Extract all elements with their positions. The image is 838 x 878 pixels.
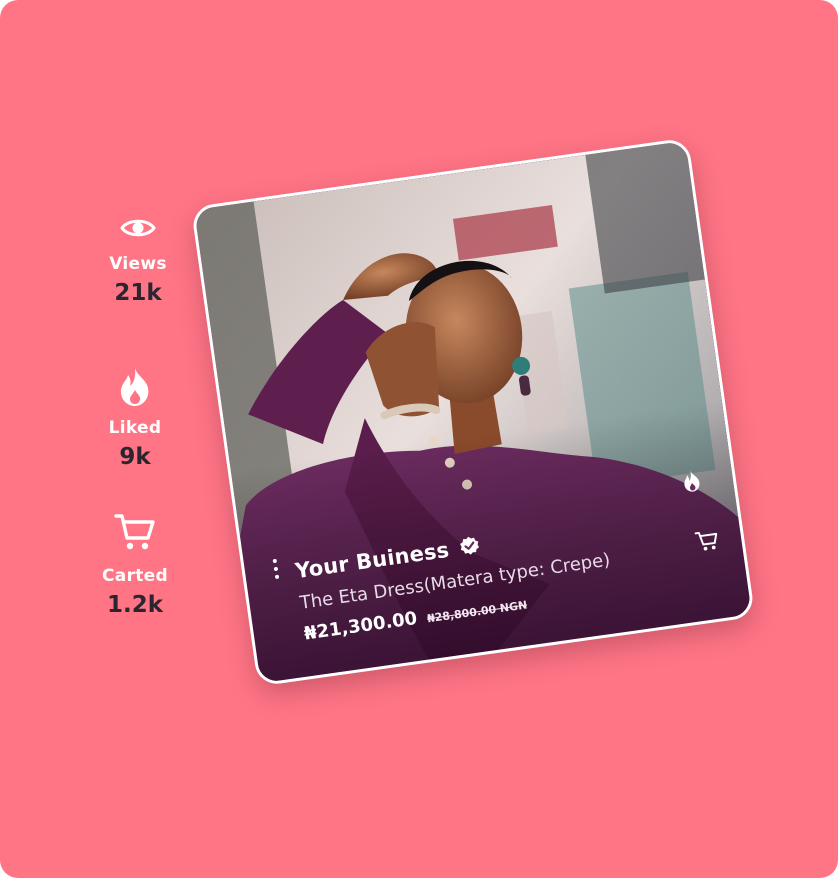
stat-views: Views 21k xyxy=(78,216,198,306)
stat-carted-value: 1.2k xyxy=(106,592,164,618)
like-fire-icon[interactable] xyxy=(679,468,704,495)
stat-liked-label: Liked xyxy=(108,418,162,438)
promo-panel: Views 21k Liked 9k Carted 1.2k Your Buin… xyxy=(0,0,838,878)
verified-badge-icon xyxy=(460,536,480,555)
stat-views-value: 21k xyxy=(114,280,162,306)
stat-views-label: Views xyxy=(109,254,167,274)
fire-icon xyxy=(120,368,149,406)
eye-icon xyxy=(120,219,156,237)
stat-carted-label: Carted xyxy=(102,566,168,586)
cart-icon xyxy=(114,514,155,550)
stat-liked-value: 9k xyxy=(119,444,151,470)
stat-carted: Carted 1.2k xyxy=(75,512,195,618)
product-card[interactable]: Your Buiness The Eta Dress(Matera type: … xyxy=(190,137,756,687)
stat-liked: Liked 9k xyxy=(75,366,195,470)
